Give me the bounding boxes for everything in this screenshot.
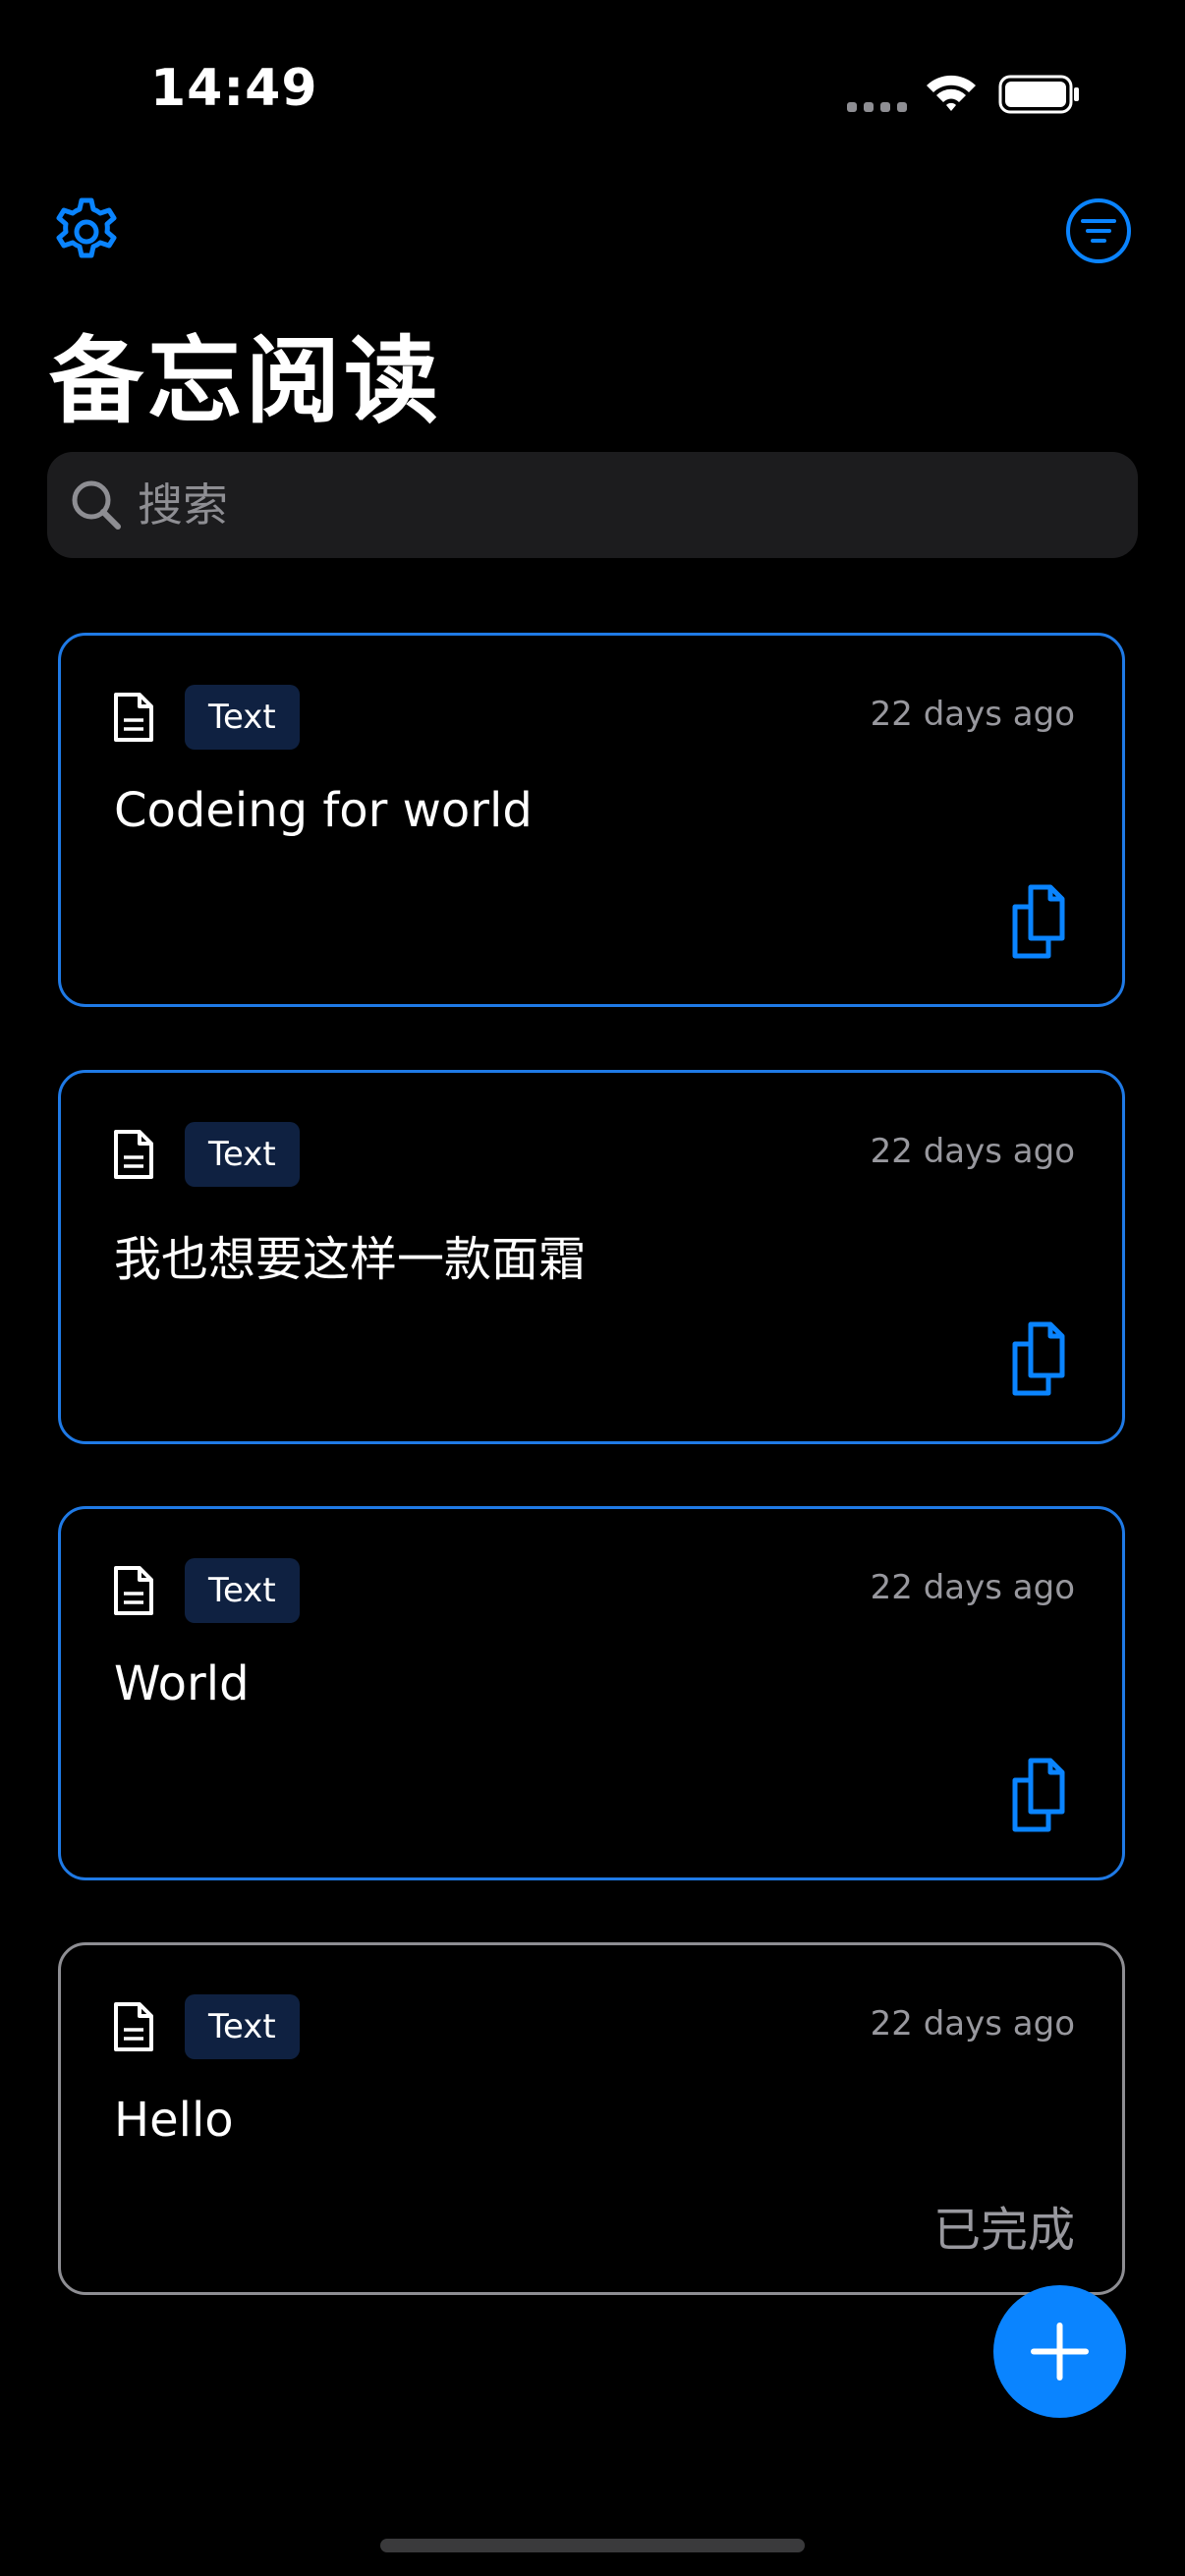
timestamp: 22 days ago	[870, 2004, 1075, 2044]
document-icon	[114, 1566, 153, 1615]
status-time: 14:49	[150, 59, 318, 118]
memo-card-completed[interactable]: Text 22 days ago Hello 已完成	[58, 1942, 1125, 2295]
document-icon	[114, 693, 153, 742]
completed-status: 已完成	[932, 2203, 1075, 2258]
copy-icon[interactable]	[1009, 883, 1078, 960]
memo-text: Codeing for world	[114, 783, 533, 838]
add-button[interactable]	[993, 2285, 1126, 2418]
home-indicator	[380, 2539, 805, 2552]
document-icon	[114, 1130, 153, 1179]
memo-card[interactable]: Text 22 days ago World	[58, 1506, 1125, 1880]
timestamp: 22 days ago	[870, 695, 1075, 734]
memo-card[interactable]: Text 22 days ago 我也想要这样一款面霜	[58, 1070, 1125, 1444]
copy-icon[interactable]	[1009, 1757, 1078, 1833]
memo-text: Hello	[114, 2093, 234, 2148]
wifi-icon	[927, 75, 976, 111]
type-tag: Text	[185, 1122, 300, 1187]
battery-icon	[998, 75, 1079, 114]
memo-text: World	[114, 1656, 250, 1711]
search-input[interactable]	[138, 470, 1110, 540]
type-tag: Text	[185, 1558, 300, 1623]
document-icon	[114, 2002, 153, 2051]
timestamp: 22 days ago	[870, 1568, 1075, 1607]
search-icon	[72, 480, 121, 530]
page-title: 备忘阅读	[49, 326, 442, 436]
copy-icon[interactable]	[1009, 1320, 1078, 1397]
timestamp: 22 days ago	[870, 1132, 1075, 1171]
memo-text: 我也想要这样一款面霜	[114, 1232, 587, 1287]
gear-icon[interactable]	[51, 196, 122, 267]
cellular-signal-icon	[847, 102, 907, 112]
type-tag: Text	[185, 685, 300, 750]
memo-card[interactable]: Text 22 days ago Codeing for world	[58, 633, 1125, 1007]
plus-icon	[1031, 2323, 1089, 2380]
type-tag: Text	[185, 1994, 300, 2059]
filter-icon[interactable]	[1064, 196, 1133, 265]
